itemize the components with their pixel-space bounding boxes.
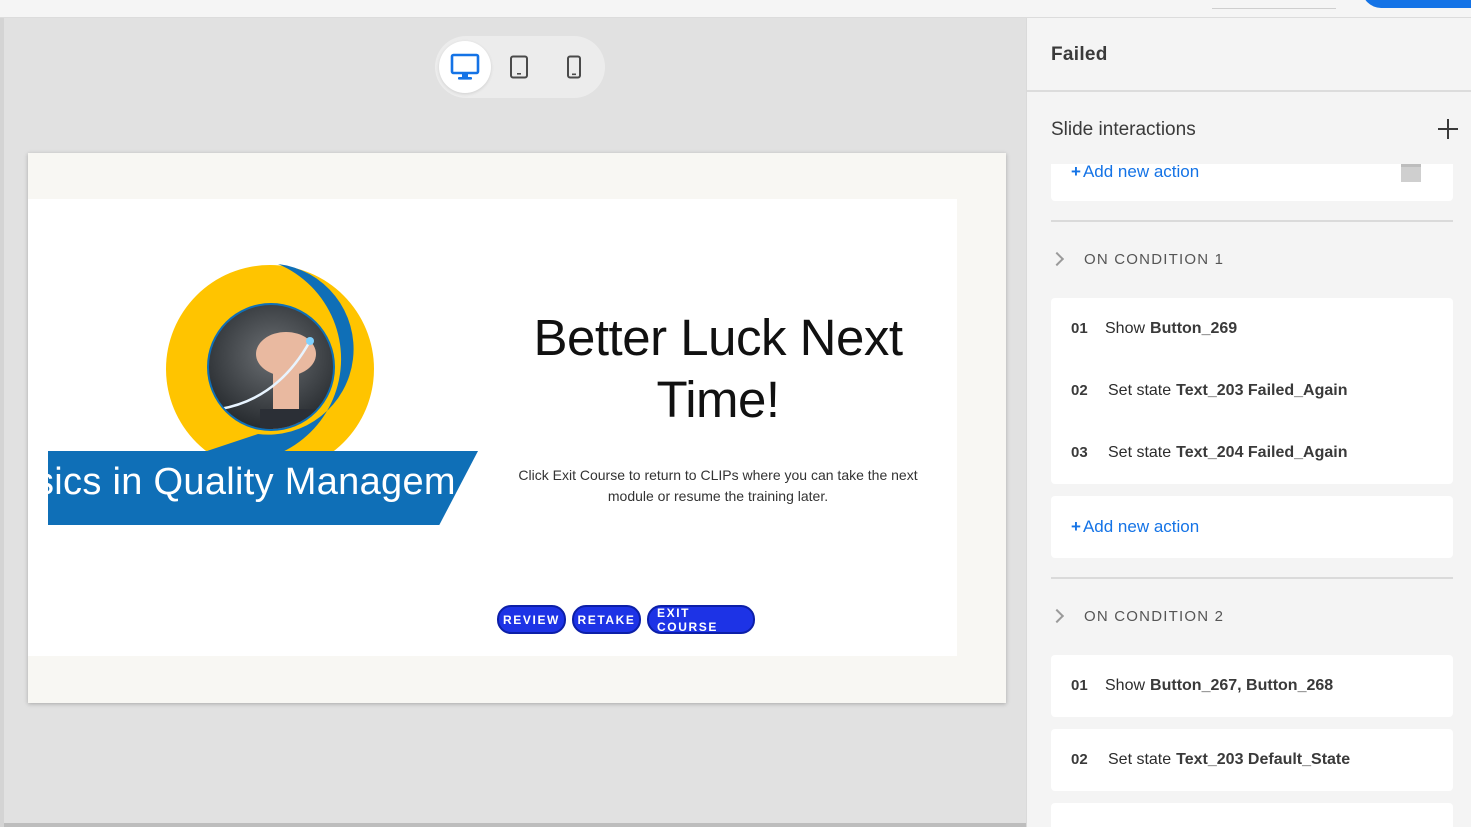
top-toolbar	[0, 0, 1471, 18]
section-separator	[1051, 577, 1453, 579]
add-new-action-link[interactable]: + Add new action	[1071, 517, 1199, 537]
action-row[interactable]: 02 Set state Text_203 Default_State	[1071, 751, 1350, 769]
toolbar-field[interactable]	[1212, 0, 1336, 9]
condition-2-header[interactable]: ON CONDITION 2	[1051, 604, 1224, 628]
section-separator	[1051, 220, 1453, 222]
chevron-right-icon	[1051, 252, 1065, 266]
mobile-icon	[567, 55, 581, 79]
condition-1-header[interactable]: ON CONDITION 1	[1051, 247, 1224, 271]
slide-body-text[interactable]: Click Exit Course to return to CLIPs whe…	[512, 465, 924, 507]
desktop-preview-button[interactable]	[439, 41, 491, 93]
device-preview-switcher	[435, 36, 605, 98]
condition-2-action-card: 01 Show Button_267, Button_268	[1051, 655, 1453, 717]
action-number: 03	[1071, 444, 1088, 461]
action-target: Button_267, Button_268	[1150, 677, 1334, 694]
action-number: 02	[1071, 382, 1088, 399]
headline-line-1: Better Luck Next	[533, 309, 904, 366]
action-row[interactable]: 02 Set state Text_203 Failed_Again	[1071, 382, 1347, 400]
action-verb: Set state	[1108, 382, 1172, 399]
action-row[interactable]: 03 Set state Text_204 Failed_Again	[1071, 444, 1347, 462]
panel-title: Failed	[1051, 44, 1108, 65]
slide-canvas-area: sics in Quality Managem Better Luck Next…	[0, 18, 1026, 827]
condition-2-action-card: 02 Set state Text_203 Default_State	[1051, 729, 1453, 791]
action-card-top: + Add new action	[1051, 162, 1453, 201]
trash-icon[interactable]	[1401, 164, 1421, 182]
desktop-icon	[450, 53, 480, 80]
plus-icon: +	[1071, 162, 1081, 181]
condition-2-action-card-partial	[1051, 803, 1453, 827]
add-interaction-plus-icon[interactable]	[1437, 118, 1459, 140]
condition-1-add-card: + Add new action	[1051, 496, 1453, 558]
slide-headline[interactable]: Better Luck Next Time!	[508, 307, 928, 431]
panel-divider	[1027, 90, 1471, 92]
plus-icon: +	[1071, 517, 1081, 536]
add-new-action-label: Add new action	[1082, 162, 1200, 181]
action-verb: Set state	[1108, 444, 1172, 461]
condition-label: ON CONDITION 2	[1084, 607, 1225, 625]
tablet-icon	[510, 55, 528, 79]
slide[interactable]: sics in Quality Managem Better Luck Next…	[28, 199, 957, 656]
condition-1-actions-card: 01 Show Button_269 02 Set state Text_203…	[1051, 298, 1453, 484]
exit-course-button[interactable]: EXIT COURSE	[647, 605, 755, 634]
action-number: 01	[1071, 320, 1088, 337]
headline-line-2: Time!	[656, 371, 780, 428]
action-target: Text_203 Failed_Again	[1176, 382, 1348, 399]
primary-action-button[interactable]	[1362, 0, 1471, 8]
retake-button[interactable]: RETAKE	[572, 605, 641, 634]
condition-label: ON CONDITION 1	[1084, 250, 1225, 268]
slide-interactions-title: Slide interactions	[1051, 119, 1196, 140]
action-target: Text_203 Default_State	[1176, 751, 1351, 768]
action-number: 02	[1071, 751, 1088, 768]
action-target: Text_204 Failed_Again	[1176, 444, 1348, 461]
action-row[interactable]: 01 Show Button_269	[1071, 320, 1237, 338]
add-new-action-label: Add new action	[1082, 517, 1200, 536]
action-target: Button_269	[1150, 320, 1238, 337]
action-verb: Show	[1105, 677, 1146, 694]
action-row[interactable]: 01 Show Button_267, Button_268	[1071, 677, 1333, 695]
slide-frame: sics in Quality Managem Better Luck Next…	[28, 153, 1006, 703]
action-verb: Set state	[1108, 751, 1172, 768]
course-title-banner: sics in Quality Managem	[48, 451, 478, 525]
action-verb: Show	[1105, 320, 1146, 337]
mobile-preview-button[interactable]	[548, 41, 600, 93]
review-button[interactable]: REVIEW	[497, 605, 566, 634]
action-number: 01	[1071, 677, 1088, 694]
add-new-action-link[interactable]: + Add new action	[1071, 162, 1199, 182]
course-title-banner-text: sics in Quality Managem	[48, 461, 456, 503]
interactions-panel: Failed Slide interactions + Add new actio…	[1026, 18, 1471, 827]
tablet-preview-button[interactable]	[493, 41, 545, 93]
chevron-right-icon	[1051, 609, 1065, 623]
horizontal-scrollbar[interactable]	[4, 823, 1026, 827]
